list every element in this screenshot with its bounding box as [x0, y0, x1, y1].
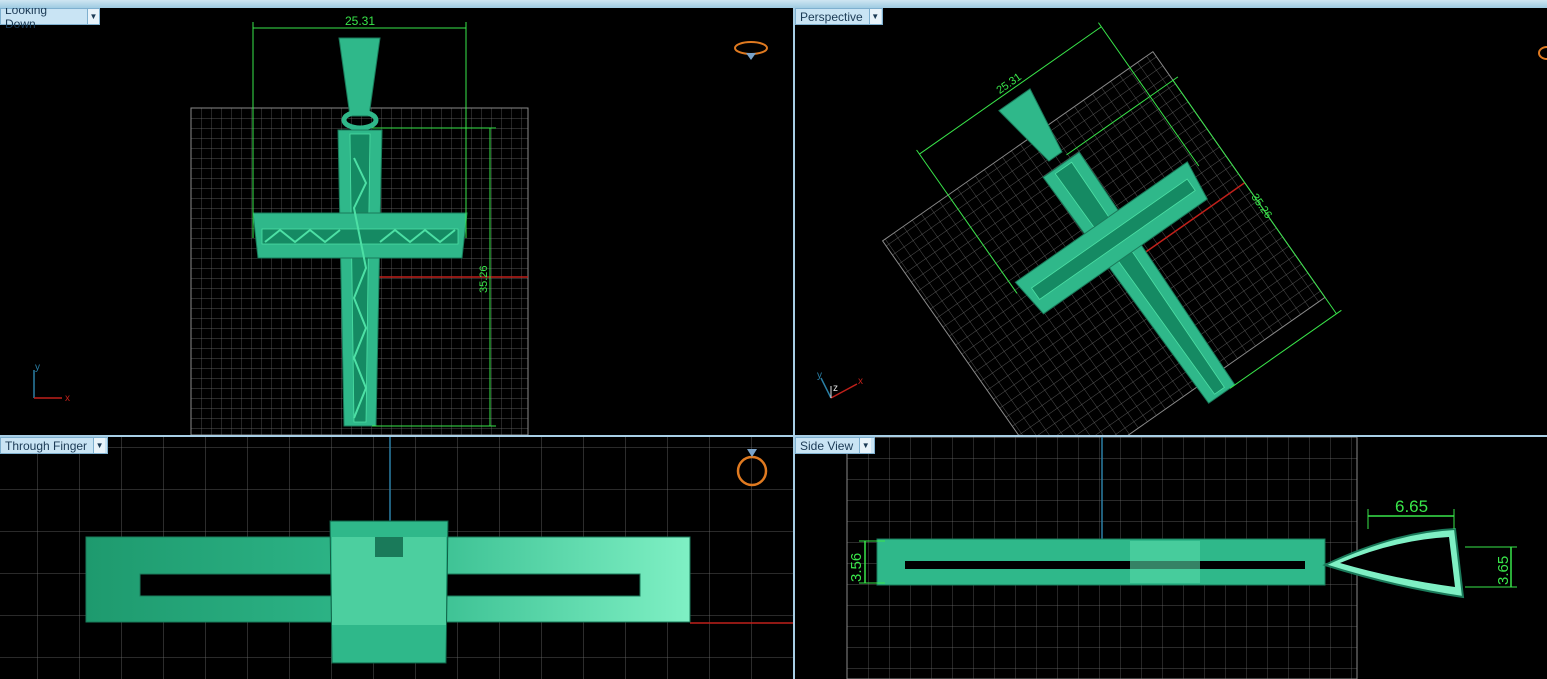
viewport-looking-down[interactable]: 25.31 35.26 y x Looking Down ▼: [0, 8, 793, 435]
viewport-perspective[interactable]: 25.31 35.26 y z x Perspective ▼: [795, 8, 1547, 435]
dimension-height-label: 35.26: [478, 265, 490, 293]
viewport-title: Perspective: [800, 9, 863, 24]
side-view-canvas: 6.65 3.56 3.65: [846, 437, 1517, 679]
viewport-side-view[interactable]: 6.65 3.56 3.65 Side View ▼: [795, 437, 1547, 679]
viewport-horizontal-separator[interactable]: [0, 435, 1547, 437]
looking-down-canvas: 25.31 35.26 y x: [33, 14, 768, 435]
axis-z-label: z: [833, 383, 838, 394]
axis-x-label: x: [65, 393, 70, 404]
viewport-label-looking-down[interactable]: Looking Down ▼: [0, 8, 100, 31]
viewport-through-finger[interactable]: Through Finger ▼: [0, 437, 793, 679]
ring-orientation-icon[interactable]: [732, 445, 772, 495]
viewport-title: Through Finger: [5, 438, 88, 453]
ring-orientation-icon[interactable]: [734, 41, 768, 60]
chevron-down-icon[interactable]: ▼: [93, 438, 106, 453]
axis-y-label: y: [817, 370, 822, 381]
through-finger-canvas: [0, 437, 793, 679]
viewport-title: Side View: [800, 438, 854, 453]
chevron-down-icon[interactable]: ▼: [859, 438, 872, 453]
viewport-label-side-view[interactable]: Side View ▼: [795, 437, 875, 454]
dimension-bail-length-label: 6.65: [1395, 497, 1428, 516]
dimension-thickness-label: 3.56: [848, 553, 865, 582]
viewport-vertical-separator[interactable]: [793, 8, 795, 679]
axis-y-label: y: [35, 362, 40, 373]
ring-orientation-icon[interactable]: [1538, 46, 1547, 60]
dimension-width-label: 25.31: [994, 71, 1023, 97]
viewport-label-perspective[interactable]: Perspective ▼: [795, 8, 883, 25]
pendant-bail: [338, 37, 381, 117]
window-top-bar: [0, 0, 1547, 8]
dimension-bail-height-label: 3.65: [1495, 556, 1512, 585]
viewport-title: Looking Down: [5, 8, 48, 31]
viewport-label-through-finger[interactable]: Through Finger ▼: [0, 437, 108, 454]
perspective-canvas: 25.31 35.26 y z x: [817, 22, 1547, 435]
axis-x-label: x: [858, 376, 863, 387]
chevron-down-icon[interactable]: ▼: [87, 9, 99, 24]
dimension-width-label: 25.31: [345, 14, 375, 28]
chevron-down-icon[interactable]: ▼: [868, 9, 881, 24]
